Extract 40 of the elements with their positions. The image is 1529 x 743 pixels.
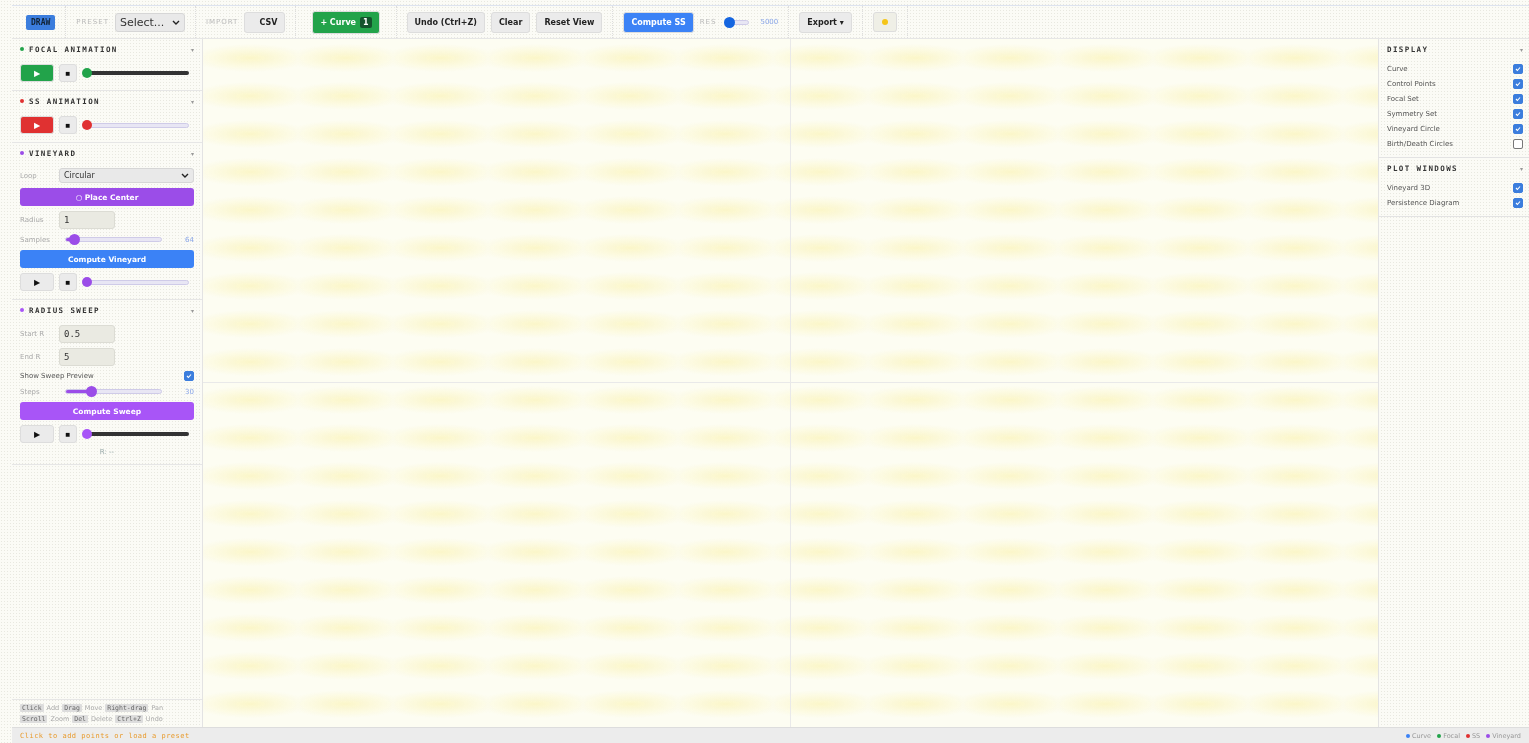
compute-button[interactable]: Compute SS [623, 11, 694, 33]
slider-thumb[interactable] [723, 16, 735, 28]
mode-badge: DRAW [26, 14, 56, 30]
play-button[interactable]: ▶ [20, 273, 54, 291]
checkbox[interactable] [1513, 64, 1523, 74]
input-field[interactable]: 1 [59, 211, 115, 229]
stop-button[interactable]: ■ [59, 64, 77, 82]
input-field[interactable]: 5 [59, 348, 115, 366]
checkbox[interactable] [1513, 183, 1523, 193]
sun-icon [880, 18, 889, 26]
checkbox[interactable] [1513, 94, 1523, 104]
checkbox[interactable] [1513, 79, 1523, 89]
preset-select[interactable]: Select... [114, 12, 185, 32]
input-field[interactable]: 0.5 [59, 325, 115, 343]
slider-thumb[interactable] [86, 386, 98, 397]
chevron-icon [171, 19, 180, 25]
chevron-icon [181, 173, 189, 178]
slider-thumb[interactable] [82, 68, 92, 78]
csv-button[interactable]: CSV [244, 11, 286, 33]
slider-thumb[interactable] [82, 120, 92, 130]
stop-button[interactable]: ■ [59, 116, 77, 134]
curve-count: 1 [360, 16, 372, 28]
checkbox[interactable] [184, 371, 194, 381]
checkbox[interactable] [1513, 139, 1523, 149]
slider-thumb[interactable] [82, 429, 92, 439]
select-field[interactable]: Circular [59, 168, 194, 183]
checkbox[interactable] [1513, 109, 1523, 119]
play-button[interactable]: ▶ [20, 425, 54, 443]
export-button[interactable]: Export ▾ [799, 11, 852, 33]
add-curve-button[interactable]: + Curve 1 [312, 10, 380, 34]
slider-thumb[interactable] [68, 234, 80, 245]
toolbar-button[interactable]: Clear [491, 11, 531, 33]
toolbar-button[interactable]: Reset View [536, 11, 603, 33]
play-button[interactable]: ▶ [20, 116, 54, 134]
checkbox[interactable] [1513, 198, 1523, 208]
slider-thumb[interactable] [82, 277, 92, 287]
toolbar-button[interactable]: Undo (Ctrl+Z) [406, 11, 485, 33]
checkbox[interactable] [1513, 124, 1523, 134]
stop-button[interactable]: ■ [59, 273, 77, 291]
stop-button[interactable]: ■ [59, 425, 77, 443]
